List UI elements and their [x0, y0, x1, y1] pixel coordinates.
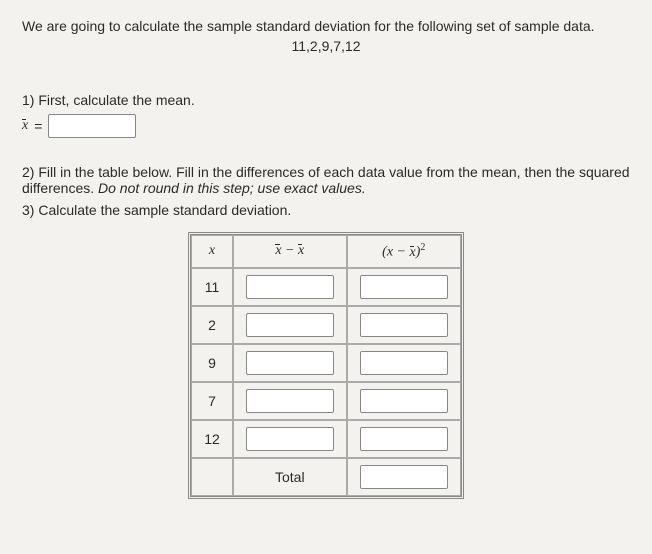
- intro-text: We are going to calculate the sample sta…: [22, 18, 630, 34]
- empty-cell: [191, 458, 233, 496]
- sq-input-2[interactable]: [360, 351, 448, 375]
- table-row: 11: [191, 268, 461, 306]
- col-header-x: x: [191, 235, 233, 268]
- diff-input-0[interactable]: [246, 275, 334, 299]
- table-row: 7: [191, 382, 461, 420]
- diff-input-4[interactable]: [246, 427, 334, 451]
- equals-sign: =: [34, 118, 42, 134]
- total-input[interactable]: [360, 465, 448, 489]
- col-header-sq: (x − x)2: [347, 235, 461, 268]
- x-value: 7: [191, 382, 233, 420]
- diff-input-1[interactable]: [246, 313, 334, 337]
- deviation-table: x x − x (x − x)2 11 2 9 7 12 Total: [188, 232, 464, 499]
- dataset-text: 11,2,9,7,12: [22, 38, 630, 54]
- question-2: 2) Fill in the table below. Fill in the …: [22, 164, 630, 196]
- question-1: 1) First, calculate the mean.: [22, 92, 630, 108]
- sq-input-3[interactable]: [360, 389, 448, 413]
- q2-part-b: Do not round in this step; use exact val…: [98, 180, 366, 196]
- x-value: 12: [191, 420, 233, 458]
- mean-input[interactable]: [48, 114, 136, 138]
- table-header-row: x x − x (x − x)2: [191, 235, 461, 268]
- sq-input-0[interactable]: [360, 275, 448, 299]
- diff-input-2[interactable]: [246, 351, 334, 375]
- x-bar-symbol: x: [22, 118, 28, 134]
- mean-input-row: x =: [22, 114, 630, 138]
- table-row: 2: [191, 306, 461, 344]
- sq-input-1[interactable]: [360, 313, 448, 337]
- x-value: 2: [191, 306, 233, 344]
- table-row: 12: [191, 420, 461, 458]
- table-total-row: Total: [191, 458, 461, 496]
- question-3: 3) Calculate the sample standard deviati…: [22, 202, 630, 218]
- total-label: Total: [233, 458, 347, 496]
- table-row: 9: [191, 344, 461, 382]
- x-value: 11: [191, 268, 233, 306]
- x-value: 9: [191, 344, 233, 382]
- sq-input-4[interactable]: [360, 427, 448, 451]
- diff-input-3[interactable]: [246, 389, 334, 413]
- col-header-diff: x − x: [233, 235, 347, 268]
- table-wrapper: x x − x (x − x)2 11 2 9 7 12 Total: [22, 232, 630, 499]
